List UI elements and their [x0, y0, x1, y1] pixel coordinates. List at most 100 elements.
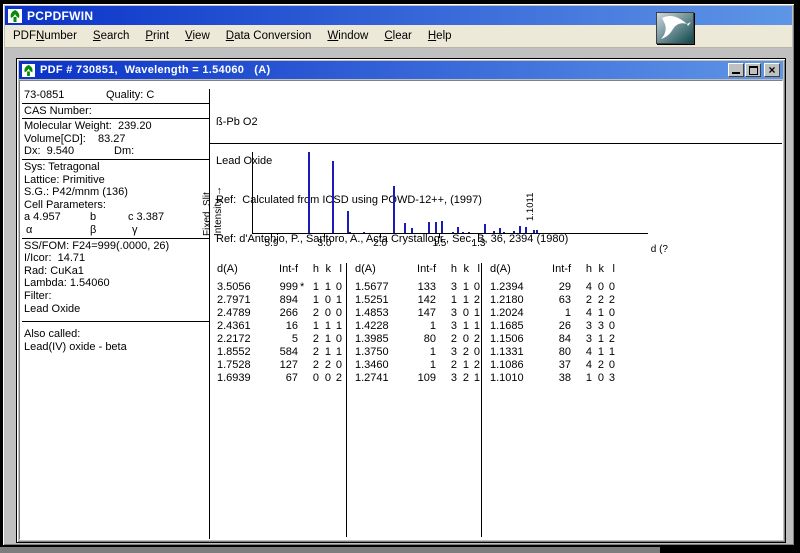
cell: 2 [312, 333, 319, 345]
left-panel-row: Also called: [22, 328, 209, 341]
left-panel-row: Volume[CD]: 83.27 [22, 133, 209, 146]
mdi-area: PDF # 730851, Wavelength = 1.54060 (A) ×… [5, 48, 792, 543]
cell: 1 [462, 294, 469, 306]
field-text: Rad: CuKa1 [24, 264, 84, 277]
left-panel-row: Cell Parameters: [22, 199, 209, 212]
cell: 37 [558, 359, 571, 371]
menu-item-print[interactable]: Print [137, 27, 177, 45]
peak-table-group: d(A) Int-f h k l 3.5056 999 * 1 1 0 2.7971 894 1 0 1 2.4… [216, 263, 347, 537]
cell: 2 [312, 359, 319, 371]
field-text: Lattice: Primitive [24, 173, 105, 186]
x-tick: 5.9 [265, 233, 278, 249]
cell [298, 294, 307, 307]
app-title: PCPDFWIN [27, 8, 94, 23]
menu-item-clear[interactable]: Clear [376, 27, 420, 45]
cell: 1.3460 [355, 359, 389, 371]
menu-item-pdfnumber[interactable]: PDFNumber [5, 27, 85, 45]
menu-item-data-conversion[interactable]: Data Conversion [218, 27, 320, 45]
x-tick-label: 5.9 [264, 238, 279, 249]
cell: 3 [450, 307, 457, 319]
cell: 1.2394 [490, 281, 524, 293]
field-text: 73-0851 [24, 89, 65, 101]
cell: 3 [450, 346, 457, 358]
cell [571, 346, 580, 359]
close-button[interactable]: × [764, 63, 780, 77]
field-text: Lead Oxide [24, 302, 81, 315]
cell: 2 [324, 359, 331, 371]
app-icon [8, 8, 22, 23]
peak-bar [484, 224, 487, 233]
table-row: 1.1010 38 1 0 3 [489, 372, 623, 385]
cell: 1.1086 [490, 359, 524, 371]
cell: 3 [597, 320, 604, 332]
cell [571, 294, 580, 307]
cell: 1 [597, 346, 604, 358]
cell [436, 346, 445, 359]
cell: 0 [597, 281, 604, 293]
peak-bar [434, 221, 437, 233]
cell [571, 307, 580, 320]
card-icon [22, 63, 35, 77]
field-text: Lead(IV) oxide - beta [24, 340, 127, 353]
cell [298, 346, 307, 359]
peak-bar [513, 230, 516, 233]
cell [436, 320, 445, 333]
child-titlebar[interactable]: PDF # 730851, Wavelength = 1.54060 (A) × [19, 61, 783, 79]
x-tick: 1.3 [472, 233, 485, 249]
left-panel-row: Lead Oxide [22, 303, 209, 316]
cell [436, 307, 445, 320]
cell: 2 [312, 346, 319, 358]
table-row: 1.4853 147 3 0 1 [354, 307, 481, 320]
cell: 1.3985 [355, 333, 389, 345]
peak-bar [457, 226, 460, 233]
cell: 0 [608, 359, 615, 371]
field-text: Quality: C [106, 89, 155, 101]
cell: 1.4853 [355, 307, 389, 319]
peak-bar [349, 231, 352, 233]
chart-xlabel: d (? [650, 244, 668, 255]
chart-ylabel: Fixed Slit Intensity → [202, 185, 224, 236]
cell: 80 [558, 346, 571, 358]
field-text: Lambda: 1.54060 [24, 277, 110, 290]
cell: 1.2024 [490, 307, 524, 319]
cell [298, 359, 307, 372]
field-text: Sys: Tetragonal [24, 160, 100, 173]
cell: 2.4361 [217, 320, 251, 332]
formula: ß-Pb O2 [216, 116, 258, 128]
peak-bar [452, 232, 455, 233]
cell: 1.4228 [355, 320, 389, 332]
cell: 0 [312, 372, 319, 384]
table-row: 1.8552 584 2 1 1 [216, 346, 346, 359]
cell: 1 [462, 320, 469, 332]
desktop-strip [0, 547, 660, 553]
peak-bar [441, 221, 444, 233]
cell: 1 [597, 307, 604, 319]
diffraction-chart: Fixed Slit Intensity → 1.1011 5.9 3.0 2.0 1.… [202, 146, 668, 262]
field-text: a 4.957 [24, 211, 61, 224]
table-row: 1.2394 29 4 0 0 [489, 281, 623, 294]
peak-bar [524, 226, 527, 233]
x-tick-label: 2.0 [373, 238, 388, 249]
menu-item-window[interactable]: Window [319, 27, 376, 45]
cell: 4 [585, 281, 592, 293]
cell: 2 [608, 333, 615, 345]
maximize-button[interactable] [745, 63, 761, 77]
cell: 2 [450, 359, 457, 371]
cell: 109 [417, 372, 436, 384]
menu-item-help[interactable]: Help [420, 27, 460, 45]
cell: 133 [417, 281, 436, 293]
table-header-row: d(A) Int-f h k l [354, 263, 481, 276]
cell: 1 [450, 294, 457, 306]
cell: 5 [291, 333, 298, 345]
peak-bar [518, 226, 521, 233]
table-row: 1.3985 80 2 0 2 [354, 333, 481, 346]
table-row: 1.2180 63 2 2 2 [489, 294, 623, 307]
cell: 2.7971 [217, 294, 251, 306]
minimize-button[interactable] [728, 63, 744, 77]
cell: 29 [558, 281, 571, 293]
field-text: SS/FOM: F24=999(.0000, 26) [24, 239, 170, 252]
menu-item-search[interactable]: Search [85, 27, 137, 45]
cell: 1.6939 [217, 372, 251, 384]
cell: 1 [462, 359, 469, 371]
menu-item-view[interactable]: View [177, 27, 218, 45]
